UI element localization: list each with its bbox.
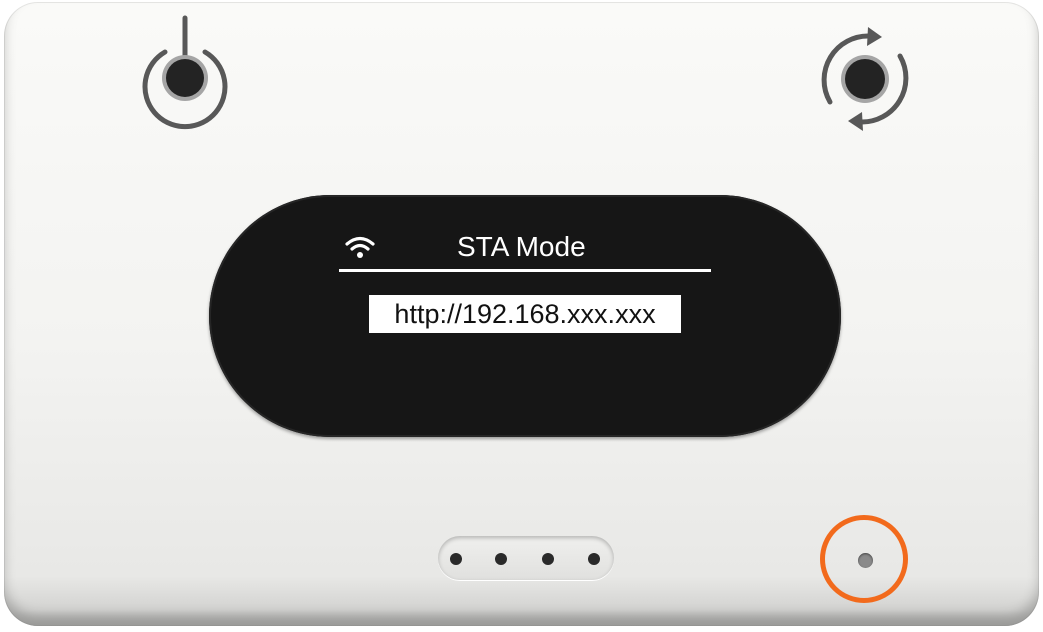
display-header: STA Mode: [339, 227, 711, 272]
vent-hole: [588, 553, 600, 565]
reset-button[interactable]: [810, 24, 920, 134]
speaker-vent: [438, 536, 614, 580]
reset-pinhole-highlight: [820, 515, 908, 603]
mode-title: STA Mode: [457, 231, 586, 262]
device-url: http://192.168.xxx.xxx: [369, 295, 681, 333]
reset-pinhole[interactable]: [858, 553, 873, 568]
vent-hole: [495, 553, 507, 565]
refresh-icon: [821, 27, 909, 131]
device-panel: STA Mode http://192.168.xxx.xxx: [4, 2, 1039, 626]
oled-display: STA Mode http://192.168.xxx.xxx: [209, 195, 841, 437]
vent-hole: [542, 553, 554, 565]
power-button[interactable]: [132, 14, 238, 132]
vent-hole: [450, 553, 462, 565]
wifi-icon: [345, 236, 375, 258]
power-icon: [142, 15, 228, 130]
